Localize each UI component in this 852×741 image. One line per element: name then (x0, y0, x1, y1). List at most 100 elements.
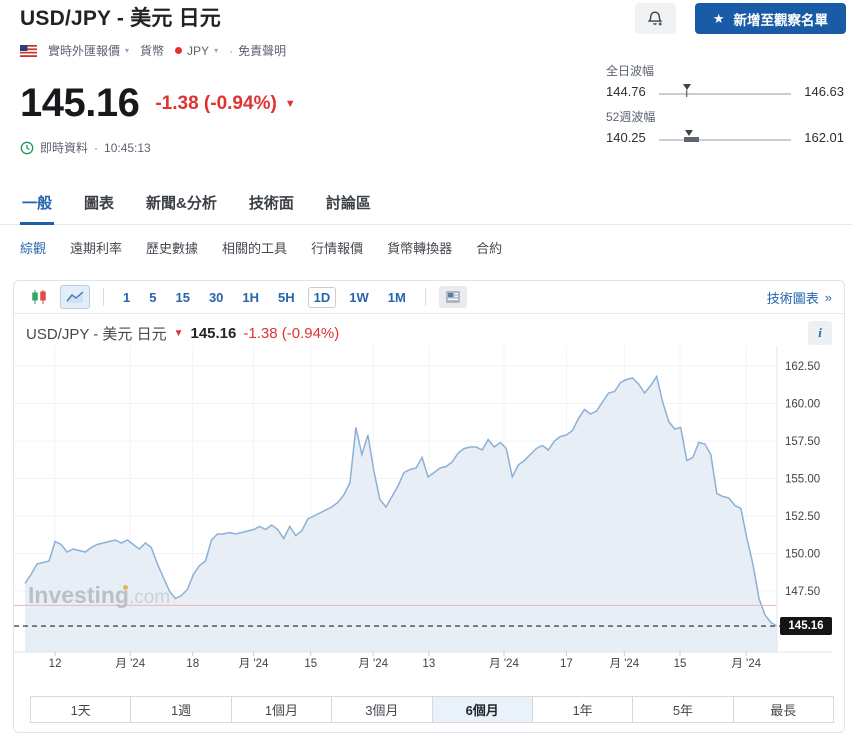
tab-2[interactable]: 新聞&分析 (144, 182, 219, 224)
timeframe-1W[interactable]: 1W (343, 287, 375, 308)
chart-change: -1.38 (-0.94%) (243, 325, 339, 342)
tab-1[interactable]: 圖表 (82, 182, 116, 224)
header-actions: ★ 新增至觀察名單 (635, 3, 846, 34)
tab-0[interactable]: 一般 (20, 182, 54, 225)
timeframe-5[interactable]: 5 (143, 287, 162, 308)
range-button-7[interactable]: 最長 (734, 697, 833, 722)
realtime-label: 即時資料 (40, 139, 88, 156)
daily-range-slider (659, 86, 791, 98)
timeframe-1M[interactable]: 1M (382, 287, 412, 308)
svg-text:月 '24: 月 '24 (610, 658, 640, 670)
alert-bell-button[interactable] (635, 3, 676, 34)
range-button-5[interactable]: 1年 (533, 697, 633, 722)
timeframe-15[interactable]: 15 (169, 287, 195, 308)
chart-canvas[interactable]: 162.50160.00157.50155.00152.50150.00147.… (14, 346, 844, 682)
tab-3[interactable]: 技術面 (247, 182, 296, 224)
x-axis-labels: 12 月 '24 18 月 '24 15 月 '24 13 月 '24 17 月 '24 15 月 '… (49, 658, 762, 670)
timeframe-5H[interactable]: 5H (272, 287, 301, 308)
52w-high: 162.01 (800, 130, 844, 145)
svg-text:月 '24: 月 '24 (358, 658, 388, 670)
svg-text:155.00: 155.00 (785, 474, 820, 486)
breadcrumb-item-1[interactable]: 貨幣 (140, 42, 164, 59)
star-icon: ★ (713, 11, 725, 27)
series-area (25, 377, 777, 653)
area-chart-button[interactable] (60, 285, 90, 309)
add-to-watchlist-button[interactable]: ★ 新增至觀察名單 (695, 3, 846, 34)
watchlist-button-label: 新增至觀察名單 (734, 9, 829, 29)
subtab-3[interactable]: 相關的工具 (222, 238, 287, 257)
breadcrumb-item-0[interactable]: 實時外匯報價▾ (48, 42, 129, 59)
svg-text:160.00: 160.00 (785, 399, 820, 411)
svg-text:162.50: 162.50 (785, 361, 820, 373)
svg-text:15: 15 (304, 658, 317, 670)
daily-low: 144.76 (606, 84, 650, 99)
chevron-down-icon: ▾ (214, 46, 218, 55)
52w-range-slider (659, 132, 791, 144)
y-axis-labels: 162.50160.00157.50155.00152.50150.00147.… (785, 361, 820, 598)
tab-4[interactable]: 討論區 (324, 182, 373, 224)
svg-text:月 '24: 月 '24 (731, 658, 761, 670)
us-flag-icon (20, 45, 37, 57)
svg-text:18: 18 (186, 658, 199, 670)
breadcrumb: 實時外匯報價▾ 貨幣 JPY▾ ·免責聲明 (20, 42, 852, 59)
chevron-down-icon: ▾ (125, 46, 129, 55)
timeframe-1D[interactable]: 1D (308, 287, 337, 308)
price-chart[interactable]: 162.50160.00157.50155.00152.50150.00147.… (14, 346, 844, 682)
svg-text:147.50: 147.50 (785, 586, 820, 598)
svg-text:157.50: 157.50 (785, 436, 820, 448)
subtab-1[interactable]: 遠期利率 (70, 238, 122, 257)
down-arrow-icon: ▼ (174, 328, 184, 339)
toolbar-divider (103, 288, 104, 306)
last-price: 145.16 (20, 81, 139, 126)
52w-range-marker (685, 130, 693, 136)
sub-tabs: 綜觀 遠期利率 歷史數據 相關的工具 行情報價 貨幣轉換器 合約 (0, 225, 852, 272)
technical-chart-link[interactable]: 技術圖表 » (767, 288, 832, 307)
time-range-selector: 1天1週1個月3個月6個月1年5年最長 (30, 696, 834, 723)
subtab-5[interactable]: 貨幣轉換器 (387, 238, 452, 257)
clock-icon (20, 141, 34, 155)
daily-high: 146.63 (800, 84, 844, 99)
range-button-4[interactable]: 6個月 (433, 697, 533, 722)
svg-text:月 '24: 月 '24 (489, 658, 519, 670)
subtab-4[interactable]: 行情報價 (311, 238, 363, 257)
range-button-1[interactable]: 1週 (131, 697, 231, 722)
svg-text:152.50: 152.50 (785, 511, 820, 523)
chart-price: 145.16 (190, 325, 236, 342)
red-dot-icon (175, 47, 182, 54)
timeframe-30[interactable]: 30 (203, 287, 229, 308)
subtab-6[interactable]: 合約 (476, 238, 502, 257)
svg-text:17: 17 (560, 658, 573, 670)
chart-symbol: USD/JPY - 美元 日元 (26, 323, 167, 344)
breadcrumb-item-3[interactable]: ·免責聲明 (229, 42, 286, 59)
ranges-panel: 全日波幅 144.76 146.63 52週波幅 140.25 (606, 62, 844, 154)
triangle-down-icon: ▼ (285, 98, 296, 110)
chart-toolbar: 15 15 30 1H 5H 1D 1W 1M 技術圖表 » (14, 281, 844, 314)
range-button-3[interactable]: 3個月 (332, 697, 432, 722)
range-button-2[interactable]: 1個月 (232, 697, 332, 722)
timeframe-1[interactable]: 1 (117, 287, 136, 308)
range-button-6[interactable]: 5年 (633, 697, 733, 722)
current-price-label: 145.16 (780, 617, 832, 635)
52w-low: 140.25 (606, 130, 650, 145)
chevron-right-icon: » (825, 290, 832, 305)
svg-text:15: 15 (674, 658, 687, 670)
chart-info-button[interactable]: i (808, 321, 832, 345)
svg-text:13: 13 (422, 658, 435, 670)
subtab-2[interactable]: 歷史數據 (146, 238, 198, 257)
breadcrumb-item-2[interactable]: JPY▾ (175, 44, 218, 58)
main-tabs: 一般圖表新聞&分析技術面討論區 (0, 182, 852, 225)
bell-plus-icon (647, 10, 664, 27)
daily-range: 全日波幅 144.76 146.63 (606, 62, 844, 99)
range-button-0[interactable]: 1天 (31, 697, 131, 722)
subtab-0[interactable]: 綜觀 (20, 238, 46, 257)
svg-text:月 '24: 月 '24 (115, 658, 145, 670)
price-change: -1.38 (-0.94%) ▼ (155, 93, 295, 115)
news-layout-button[interactable] (439, 286, 467, 308)
toolbar-divider (425, 288, 426, 306)
quote-time: 10:45:13 (104, 141, 151, 155)
timeframe-1H[interactable]: 1H (236, 287, 265, 308)
chart-widget: 1515301H5H1D1W1M 技術圖表 » USD/JPY - 美元 日元 … (13, 280, 845, 733)
candlestick-chart-button[interactable] (26, 286, 52, 308)
svg-text:月 '24: 月 '24 (239, 658, 269, 670)
svg-text:12: 12 (49, 658, 62, 670)
